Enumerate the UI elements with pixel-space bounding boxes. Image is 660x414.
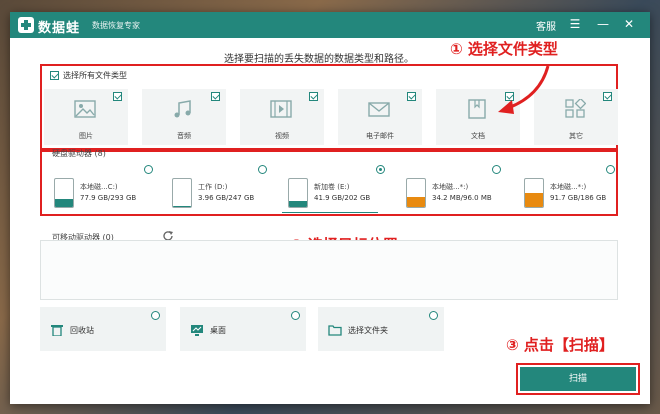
drive-icon xyxy=(524,178,544,208)
drive-radio-selected[interactable] xyxy=(376,165,385,174)
select-all-row[interactable]: 选择所有文件类型 xyxy=(50,70,127,81)
selected-underline xyxy=(282,212,378,213)
annotation-step3: ③ 点击【扫描】 xyxy=(506,336,614,354)
location-select-folder[interactable]: 选择文件夹 xyxy=(318,307,444,351)
location-label: 桌面 xyxy=(210,326,226,335)
select-all-checkbox[interactable] xyxy=(50,71,59,80)
location-recycle-bin[interactable]: 回收站 xyxy=(40,307,166,351)
file-type-label: 图片 xyxy=(79,132,93,140)
customer-service-link[interactable]: 客服 xyxy=(536,18,556,33)
drives-section-label: 硬盘驱动器 (8) xyxy=(52,149,106,158)
drive-radio[interactable] xyxy=(606,165,615,174)
trash-icon xyxy=(51,325,63,336)
app-name: 数据蛙 xyxy=(38,21,81,36)
file-type-label: 电子邮件 xyxy=(366,132,394,140)
mail-icon xyxy=(368,102,390,117)
annotation-arrow-icon xyxy=(498,65,550,114)
file-type-checkbox[interactable] xyxy=(211,92,220,101)
file-type-checkbox[interactable] xyxy=(113,92,122,101)
drive-icon xyxy=(406,178,426,208)
file-type-audio[interactable]: 音频 xyxy=(142,89,226,145)
file-type-checkbox[interactable] xyxy=(603,92,612,101)
drive-item[interactable]: 本地磁...C:) 77.9 GB/293 GB xyxy=(54,165,158,216)
drive-size: 3.96 GB/247 GB xyxy=(198,194,255,202)
drive-name: 本地磁...*:) xyxy=(550,183,587,191)
drive-radio[interactable] xyxy=(492,165,501,174)
select-all-label: 选择所有文件类型 xyxy=(63,71,127,80)
drive-size: 91.7 GB/186 GB xyxy=(550,194,607,202)
drive-radio[interactable] xyxy=(144,165,153,174)
folder-icon xyxy=(328,325,342,336)
location-radio[interactable] xyxy=(291,311,300,320)
other-icon xyxy=(565,99,586,118)
location-desktop[interactable]: 桌面 xyxy=(180,307,306,351)
location-radio[interactable] xyxy=(151,311,160,320)
drive-item[interactable]: 本地磁...*:) 91.7 GB/186 GB xyxy=(524,165,628,216)
drive-name: 本地磁...*:) xyxy=(432,183,469,191)
desktop-icon xyxy=(191,325,203,336)
drive-size: 41.9 GB/202 GB xyxy=(314,194,371,202)
hamburger-icon[interactable]: ☰ xyxy=(566,15,584,33)
drive-name: 工作 (D:) xyxy=(198,183,228,191)
file-type-checkbox[interactable] xyxy=(309,92,318,101)
music-icon xyxy=(174,100,191,118)
file-type-label: 音频 xyxy=(177,132,191,140)
removable-drives-panel xyxy=(40,240,618,300)
drive-icon xyxy=(54,178,74,208)
logo-plus-icon xyxy=(18,17,34,33)
title-bar: 数据蛙 数据恢复专家 客服 ☰ — ✕ xyxy=(10,12,650,38)
location-label: 回收站 xyxy=(70,326,94,335)
drive-item[interactable]: 工作 (D:) 3.96 GB/247 GB xyxy=(172,165,276,216)
drive-size: 34.2 MB/96.0 MB xyxy=(432,194,492,202)
file-type-label: 视频 xyxy=(275,132,289,140)
drive-icon xyxy=(288,178,308,208)
annotation-step1: ① 选择文件类型 xyxy=(450,40,558,58)
image-icon xyxy=(74,100,96,118)
drive-item-selected[interactable]: 新加卷 (E:) 41.9 GB/202 GB xyxy=(282,165,392,216)
document-icon xyxy=(468,99,486,119)
app-subtitle: 数据恢复专家 xyxy=(92,21,140,30)
drive-size: 77.9 GB/293 GB xyxy=(80,194,137,202)
drive-item[interactable]: 本地磁...*:) 34.2 MB/96.0 MB xyxy=(406,165,510,216)
file-type-email[interactable]: 电子邮件 xyxy=(338,89,422,145)
drive-icon xyxy=(172,178,192,208)
drive-name: 新加卷 (E:) xyxy=(314,183,350,191)
video-icon xyxy=(270,100,292,118)
drive-radio[interactable] xyxy=(258,165,267,174)
minimize-icon[interactable]: — xyxy=(594,15,612,33)
file-type-video[interactable]: 视频 xyxy=(240,89,324,145)
location-radio[interactable] xyxy=(429,311,438,320)
location-label: 选择文件夹 xyxy=(348,326,388,335)
file-type-label: 其它 xyxy=(569,132,583,140)
instruction-text: 选择要扫描的丢失数据的数据类型和路径。 xyxy=(224,54,414,65)
scan-button-frame[interactable]: 扫描 xyxy=(516,363,640,395)
file-type-label: 文档 xyxy=(471,132,485,140)
app-window: 数据蛙 数据恢复专家 客服 ☰ — ✕ 选择要扫描的丢失数据的数据类型和路径。 … xyxy=(10,12,650,404)
file-type-checkbox[interactable] xyxy=(407,92,416,101)
drive-name: 本地磁...C:) xyxy=(80,183,118,191)
scan-button[interactable]: 扫描 xyxy=(520,367,636,391)
file-type-image[interactable]: 图片 xyxy=(44,89,128,145)
close-icon[interactable]: ✕ xyxy=(620,15,638,33)
